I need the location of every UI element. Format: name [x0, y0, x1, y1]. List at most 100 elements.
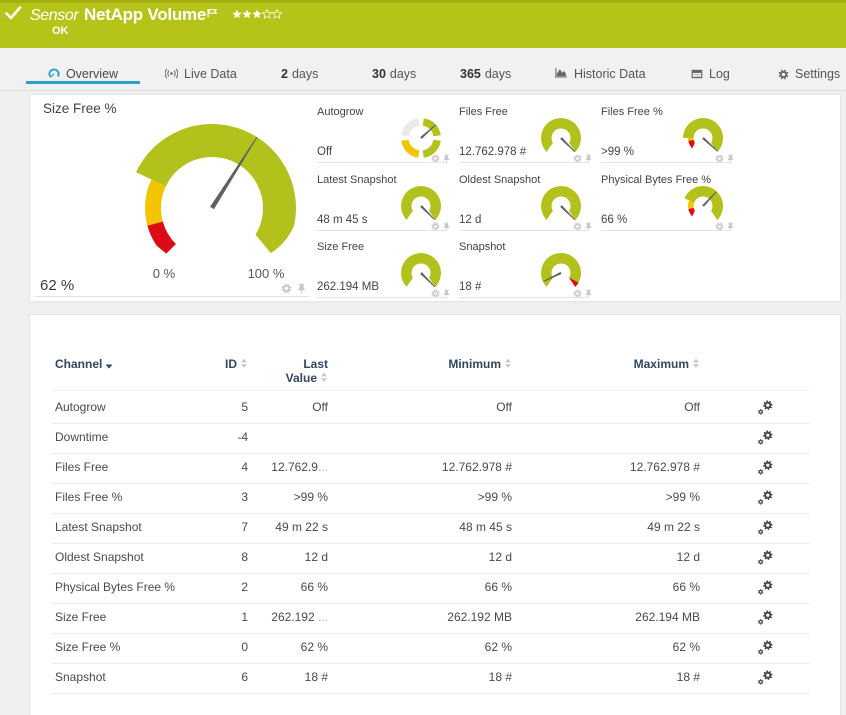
gear-icon: [281, 283, 292, 294]
mini-gauge-value: 18 #: [459, 281, 482, 293]
tab-overview[interactable]: Overview: [26, 48, 140, 84]
gear-icon[interactable]: [431, 218, 440, 236]
sort-icon: [692, 358, 700, 372]
gear-icon[interactable]: [431, 150, 440, 168]
star-outline-icon[interactable]: [271, 6, 283, 23]
col-header-label: Last: [303, 357, 328, 371]
edit-channel-icon[interactable]: [753, 483, 777, 513]
col-header-min[interactable]: Minimum: [360, 357, 512, 372]
edit-channel-icon[interactable]: [753, 543, 777, 573]
tab-2-days[interactable]: 2 days: [281, 48, 318, 84]
cell-id: 8: [241, 550, 248, 564]
tab-30-days[interactable]: 30 days: [372, 48, 416, 84]
tab-historic-data[interactable]: Historic Data: [554, 48, 646, 84]
pin-icon[interactable]: [726, 218, 735, 236]
divider: [459, 162, 589, 163]
cell-last: Off: [312, 400, 328, 414]
pin-icon[interactable]: [584, 285, 593, 303]
gear-icon[interactable]: [715, 150, 724, 168]
gear-icon[interactable]: [573, 150, 582, 168]
panel-corner-icons: [573, 150, 593, 168]
priority-stars[interactable]: [232, 6, 283, 24]
pin-icon[interactable]: [442, 150, 451, 168]
channel-row-autogrow[interactable]: Autogrow 5 Off Off Off: [52, 393, 810, 424]
star-icon[interactable]: [242, 6, 252, 23]
channel-row-size-free[interactable]: Size Free 1 262.192 ... 262.192 MB 262.194 M…: [52, 603, 810, 634]
pin-icon[interactable]: [584, 150, 593, 168]
cell-min: 12.762.978 #: [441, 460, 512, 474]
ok-check-icon: [5, 6, 22, 25]
pin-icon[interactable]: [726, 150, 735, 168]
edit-gears-icon: [758, 490, 773, 505]
channel-row-files-free[interactable]: Files Free 4 12.762.9... 12.762.978 #12.762…: [52, 453, 810, 484]
edit-channel-icon[interactable]: [753, 573, 777, 603]
mini-gauge-value: 12.762.978 #: [459, 146, 527, 158]
channel-row-latest-snapshot[interactable]: Latest Snapshot 7 49 m 22 s 48 m 45 s 49 m 2…: [52, 513, 810, 544]
cell-max: 12 d: [676, 550, 700, 564]
tab-settings[interactable]: Settings: [778, 48, 840, 84]
edit-gears-icon: [758, 460, 773, 475]
pin-icon[interactable]: [442, 285, 451, 303]
star-icon[interactable]: [232, 6, 242, 23]
edit-channel-icon[interactable]: [753, 513, 777, 543]
cell-max: >99 %: [665, 490, 700, 504]
tab-label: Overview: [65, 67, 119, 81]
mini-gauge-files-free-: Files Free % >99 %: [601, 106, 734, 164]
sort-icon: [693, 358, 699, 368]
edit-channel-icon[interactable]: [753, 633, 777, 663]
tab-log[interactable]: Log: [691, 48, 730, 84]
channel-row-files-free-[interactable]: Files Free % 3 >99 % >99 % >99 %: [52, 483, 810, 514]
gear-icon[interactable]: [715, 218, 724, 236]
pin-icon: [298, 283, 305, 294]
flag-icon[interactable]: [207, 5, 218, 23]
cell-id: 0: [241, 640, 248, 654]
edit-channel-icon[interactable]: [753, 663, 777, 693]
cell-last: 262.192 ...: [271, 610, 328, 624]
gauge-icon: [48, 68, 60, 79]
cell-id: 5: [241, 400, 248, 414]
pin-icon[interactable]: [584, 218, 593, 236]
sensor-title: NetApp Volume: [84, 5, 207, 24]
col-header-max[interactable]: Maximum: [550, 357, 700, 372]
gear-icon[interactable]: [573, 218, 582, 236]
col-header-id[interactable]: ID: [150, 357, 248, 372]
sort-icon: [241, 358, 247, 368]
cell-id: 6: [241, 670, 248, 684]
truncation-ellipsis: ...: [317, 460, 328, 474]
edit-channel-icon[interactable]: [753, 453, 777, 483]
cell-min: 62 %: [484, 640, 512, 654]
log-icon: [691, 68, 703, 80]
mini-gauge-title: Size Free: [317, 241, 365, 253]
mini-gauge-value: 12 d: [459, 214, 482, 226]
edit-channel-icon[interactable]: [753, 603, 777, 633]
cell-last: 18 #: [304, 670, 328, 684]
edit-channel-icon[interactable]: [753, 393, 777, 423]
cell-id: 7: [241, 520, 248, 534]
tab-365-days[interactable]: 365 days: [460, 48, 511, 84]
tab-label: Historic Data: [574, 67, 646, 81]
main-gauge: [135, 123, 296, 254]
channel-row-size-free-[interactable]: Size Free % 0 62 % 62 % 62 %: [52, 633, 810, 664]
channel-row-physical-bytes-free-[interactable]: Physical Bytes Free % 2 66 % 66 % 66 %: [52, 573, 810, 604]
sort-icon: [240, 358, 248, 372]
edit-channel-icon[interactable]: [753, 423, 777, 453]
col-header-label: Minimum: [448, 357, 501, 371]
col-header-label: Value: [285, 371, 317, 385]
pin-icon[interactable]: [442, 218, 451, 236]
cell-max: 62 %: [672, 640, 700, 654]
col-header-channel[interactable]: Channel: [55, 357, 113, 372]
channel-row-oldest-snapshot[interactable]: Oldest Snapshot 8 12 d 12 d 12 d: [52, 543, 810, 574]
edit-gears-icon: [758, 640, 773, 655]
divider: [459, 297, 589, 298]
star-icon[interactable]: [252, 6, 262, 23]
gear-icon[interactable]: [573, 285, 582, 303]
cell-min: 262.192 MB: [447, 610, 512, 624]
gear-icon[interactable]: [431, 285, 440, 303]
tab-live-data[interactable]: Live Data: [165, 48, 237, 84]
channel-row-downtime[interactable]: Downtime -4: [52, 423, 810, 454]
cell-min: 66 %: [484, 580, 512, 594]
star-outline-icon[interactable]: [261, 6, 273, 23]
col-header-last[interactable]: Last Value: [248, 357, 328, 386]
gauge-icon: [48, 68, 60, 80]
channel-row-snapshot[interactable]: Snapshot 6 18 #18 #18 #: [52, 663, 810, 694]
